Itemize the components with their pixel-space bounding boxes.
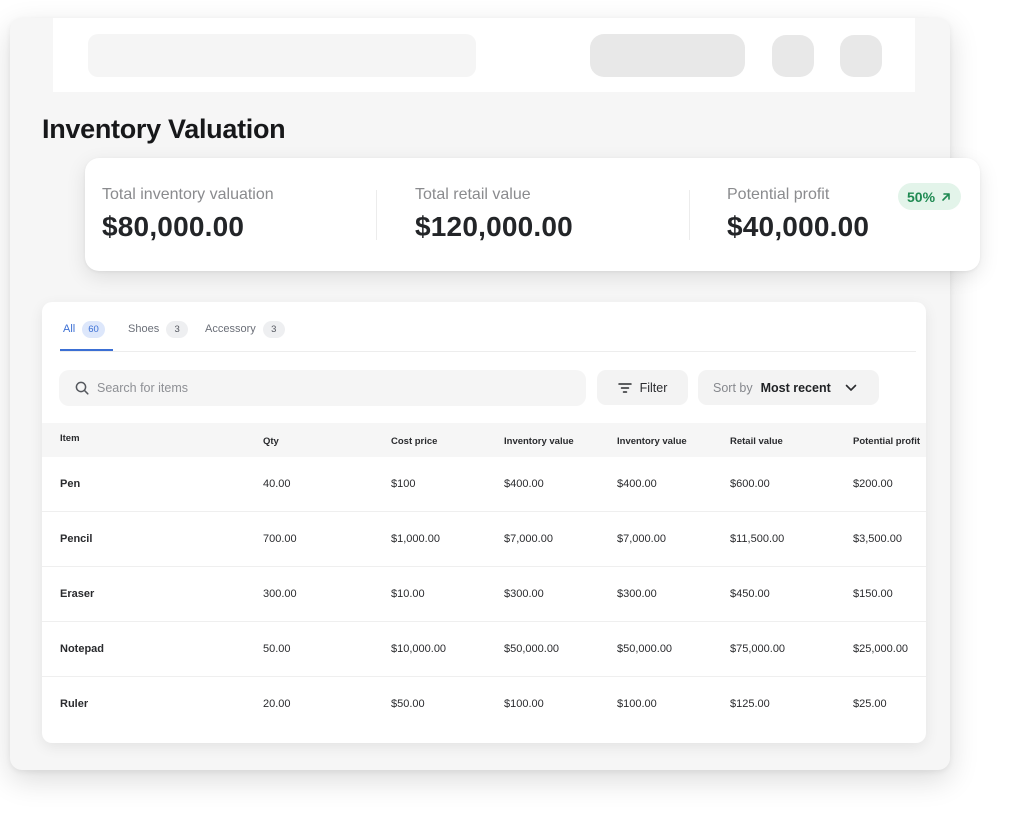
stage: Inventory Valuation Total inventory valu… bbox=[0, 0, 1024, 832]
stat-value: $120,000.00 bbox=[415, 211, 573, 242]
chevron-down-icon bbox=[845, 384, 857, 391]
column-header-inventory-value[interactable]: Inventory value bbox=[504, 436, 574, 447]
filter-icon bbox=[617, 382, 632, 393]
stat-value: $80,000.00 bbox=[102, 211, 245, 242]
tab-accessory[interactable]: Accessory 3 bbox=[205, 319, 285, 339]
cell-item: Pen bbox=[60, 478, 81, 490]
table-header: Item Qty Cost price Inventory value Inve… bbox=[42, 423, 926, 457]
cell-potential-profit: $150.00 bbox=[853, 588, 893, 600]
cell-qty: 20.00 bbox=[263, 698, 291, 710]
cell-potential-profit: $3,500.00 bbox=[853, 533, 902, 545]
stat-value: $40,000.00 bbox=[727, 211, 870, 242]
cell-inventory-value: $400.00 bbox=[617, 478, 657, 490]
search-field[interactable] bbox=[59, 370, 586, 406]
cell-inventory-value: $300.00 bbox=[504, 588, 544, 600]
active-tab-indicator bbox=[60, 349, 113, 351]
table-row[interactable]: Pencil 700.00 $1,000.00 $7,000.00 $7,000.00 $… bbox=[42, 512, 926, 567]
tab-label: Shoes bbox=[128, 323, 160, 335]
cell-item: Eraser bbox=[60, 588, 95, 600]
cell-retail-value: $11,500.00 bbox=[730, 533, 785, 545]
cell-qty: 50.00 bbox=[263, 643, 291, 655]
sort-value: Most recent bbox=[760, 380, 831, 395]
cell-item: Pencil bbox=[60, 533, 93, 545]
cell-inventory-value: $7,000.00 bbox=[617, 533, 666, 545]
stat-label: Total retail value bbox=[415, 186, 531, 203]
cell-inventory-value: $400.00 bbox=[504, 478, 544, 490]
cell-inventory-value: $50,000.00 bbox=[617, 643, 673, 655]
category-tabs: All 60 Shoes 3 Accessory 3 bbox=[60, 302, 916, 352]
cell-cost-price: $50.00 bbox=[391, 698, 425, 710]
cell-cost-price: $1,000.00 bbox=[391, 533, 440, 545]
cell-inventory-value: $100.00 bbox=[617, 698, 657, 710]
cell-potential-profit: $25,000.00 bbox=[853, 643, 909, 655]
stats-card: Total inventory valuation $80,000.00 Tot… bbox=[85, 158, 980, 271]
cell-retail-value: $450.00 bbox=[730, 588, 770, 600]
skeleton-search-bar bbox=[88, 34, 476, 77]
cell-inventory-value: $50,000.00 bbox=[504, 643, 560, 655]
tab-shoes[interactable]: Shoes 3 bbox=[128, 319, 189, 339]
profit-percent-badge: 50% bbox=[898, 183, 962, 210]
sort-dropdown[interactable]: Sort by Most recent bbox=[698, 370, 879, 405]
search-icon bbox=[75, 381, 89, 395]
column-header-inventory-value[interactable]: Inventory value bbox=[617, 436, 687, 447]
divider bbox=[376, 190, 377, 240]
cell-item: Ruler bbox=[60, 698, 89, 710]
cell-cost-price: $10,000.00 bbox=[391, 643, 447, 655]
page-title: Inventory Valuation bbox=[42, 114, 286, 144]
cell-potential-profit: $200.00 bbox=[853, 478, 893, 490]
stat-label: Potential profit bbox=[727, 186, 830, 203]
table-row[interactable]: Pen 40.00 $100 $400.00 $400.00 $600.00 $200.00 bbox=[42, 457, 926, 512]
cell-retail-value: $125.00 bbox=[730, 698, 770, 710]
table-row[interactable]: Ruler 20.00 $50.00 $100.00 $100.00 $125.00 $25… bbox=[42, 677, 926, 732]
tab-count: 60 bbox=[82, 320, 105, 338]
skeleton-icon-button bbox=[840, 35, 882, 77]
inventory-table: Item Qty Cost price Inventory value Inve… bbox=[42, 423, 926, 732]
divider bbox=[689, 190, 690, 240]
cell-qty: 40.00 bbox=[263, 478, 291, 490]
column-header-retail-value[interactable]: Retail value bbox=[730, 436, 783, 447]
tab-count: 3 bbox=[166, 320, 189, 338]
inventory-table-card: All 60 Shoes 3 Accessory 3 Filter Sort b… bbox=[42, 302, 926, 743]
table-row[interactable]: Eraser 300.00 $10.00 $300.00 $300.00 $450.00 $… bbox=[42, 567, 926, 622]
cell-item: Notepad bbox=[60, 643, 104, 655]
cell-inventory-value: $300.00 bbox=[617, 588, 657, 600]
filter-button[interactable]: Filter bbox=[597, 370, 688, 405]
top-bar-placeholder bbox=[53, 18, 915, 92]
sort-label: Sort by bbox=[713, 380, 753, 395]
search-input[interactable] bbox=[97, 381, 537, 395]
column-header-potential-profit[interactable]: Potential profit bbox=[853, 436, 920, 447]
badge-text: 50% bbox=[907, 188, 936, 205]
cell-qty: 700.00 bbox=[263, 533, 297, 545]
column-header-item[interactable]: Item bbox=[60, 433, 80, 444]
cell-qty: 300.00 bbox=[263, 588, 297, 600]
table-body: Pen 40.00 $100 $400.00 $400.00 $600.00 $200.00… bbox=[42, 457, 926, 732]
cell-cost-price: $100 bbox=[391, 478, 416, 490]
table-row[interactable]: Notepad 50.00 $10,000.00 $50,000.00 $50,000.… bbox=[42, 622, 926, 677]
arrow-up-right-icon bbox=[942, 192, 950, 201]
tab-all[interactable]: All 60 bbox=[63, 319, 105, 339]
skeleton-icon-button bbox=[772, 35, 814, 77]
column-header-cost-price[interactable]: Cost price bbox=[391, 436, 437, 447]
stat-label: Total inventory valuation bbox=[102, 186, 274, 203]
tab-count: 3 bbox=[262, 320, 285, 338]
cell-retail-value: $75,000.00 bbox=[730, 643, 786, 655]
skeleton-button bbox=[590, 34, 745, 77]
tab-label: Accessory bbox=[205, 323, 256, 335]
cell-retail-value: $600.00 bbox=[730, 478, 770, 490]
cell-inventory-value: $100.00 bbox=[504, 698, 544, 710]
filter-label: Filter bbox=[639, 380, 668, 395]
column-header-qty[interactable]: Qty bbox=[263, 436, 279, 447]
cell-potential-profit: $25.00 bbox=[853, 698, 887, 710]
cell-cost-price: $10.00 bbox=[391, 588, 425, 600]
tab-label: All bbox=[63, 323, 76, 335]
cell-inventory-value: $7,000.00 bbox=[504, 533, 553, 545]
